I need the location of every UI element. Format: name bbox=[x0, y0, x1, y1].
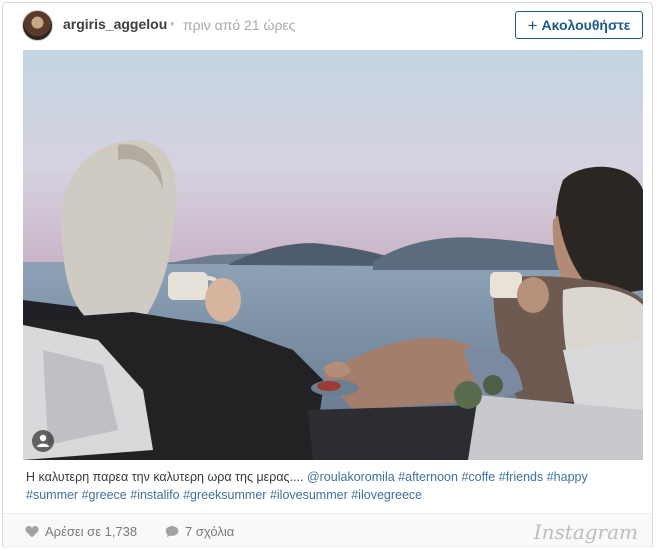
follow-button-label: Ακολουθήστε bbox=[541, 17, 631, 33]
likes-count-link[interactable]: Αρέσει σε 1,738 bbox=[25, 524, 137, 539]
post-photo[interactable] bbox=[23, 50, 643, 460]
caption-text: Η καλυτερη παρεα την καλυτερη ωρα της με… bbox=[26, 470, 304, 484]
follow-button[interactable]: + Ακολουθήστε bbox=[515, 11, 643, 39]
plus-icon: + bbox=[527, 15, 538, 35]
post-footer: Αρέσει σε 1,738 7 σχόλια Instagram bbox=[3, 513, 652, 548]
hashtag[interactable]: #instalifo bbox=[130, 488, 179, 502]
hashtag[interactable]: #ilovegreece bbox=[351, 488, 422, 502]
hashtag[interactable]: #ilovesummer bbox=[270, 488, 348, 502]
hashtag[interactable]: #happy bbox=[547, 470, 588, 484]
separator-dot: • bbox=[170, 16, 175, 31]
post-caption: Η καλυτερη παρεα την καλυτερη ωρα της με… bbox=[26, 468, 641, 504]
instagram-post-card: argiris_aggelou • πριν από 21 ώρες + Ακο… bbox=[2, 2, 653, 548]
comments-label: 7 σχόλια bbox=[185, 524, 235, 539]
hashtag[interactable]: #summer bbox=[26, 488, 78, 502]
hashtag[interactable]: #friends bbox=[499, 470, 543, 484]
comments-count-link[interactable]: 7 σχόλια bbox=[165, 524, 234, 539]
instagram-logo[interactable]: Instagram bbox=[534, 520, 638, 544]
heart-icon bbox=[25, 525, 39, 538]
post-header: argiris_aggelou • πριν από 21 ώρες + Ακο… bbox=[3, 3, 652, 49]
avatar[interactable] bbox=[22, 10, 53, 41]
hashtag[interactable]: #coffe bbox=[461, 470, 495, 484]
caption-mention[interactable]: @roulakoromila bbox=[307, 470, 395, 484]
likes-label: Αρέσει σε 1,738 bbox=[45, 524, 138, 539]
user-tag-icon[interactable] bbox=[32, 430, 54, 452]
hashtag[interactable]: #afternoon bbox=[398, 470, 458, 484]
speech-bubble-icon bbox=[165, 526, 179, 538]
post-timestamp[interactable]: πριν από 21 ώρες bbox=[183, 17, 295, 33]
photo-illustration bbox=[23, 50, 643, 460]
hashtag[interactable]: #greeksummer bbox=[183, 488, 266, 502]
username-link[interactable]: argiris_aggelou bbox=[63, 16, 167, 32]
hashtag[interactable]: #greece bbox=[82, 488, 127, 502]
